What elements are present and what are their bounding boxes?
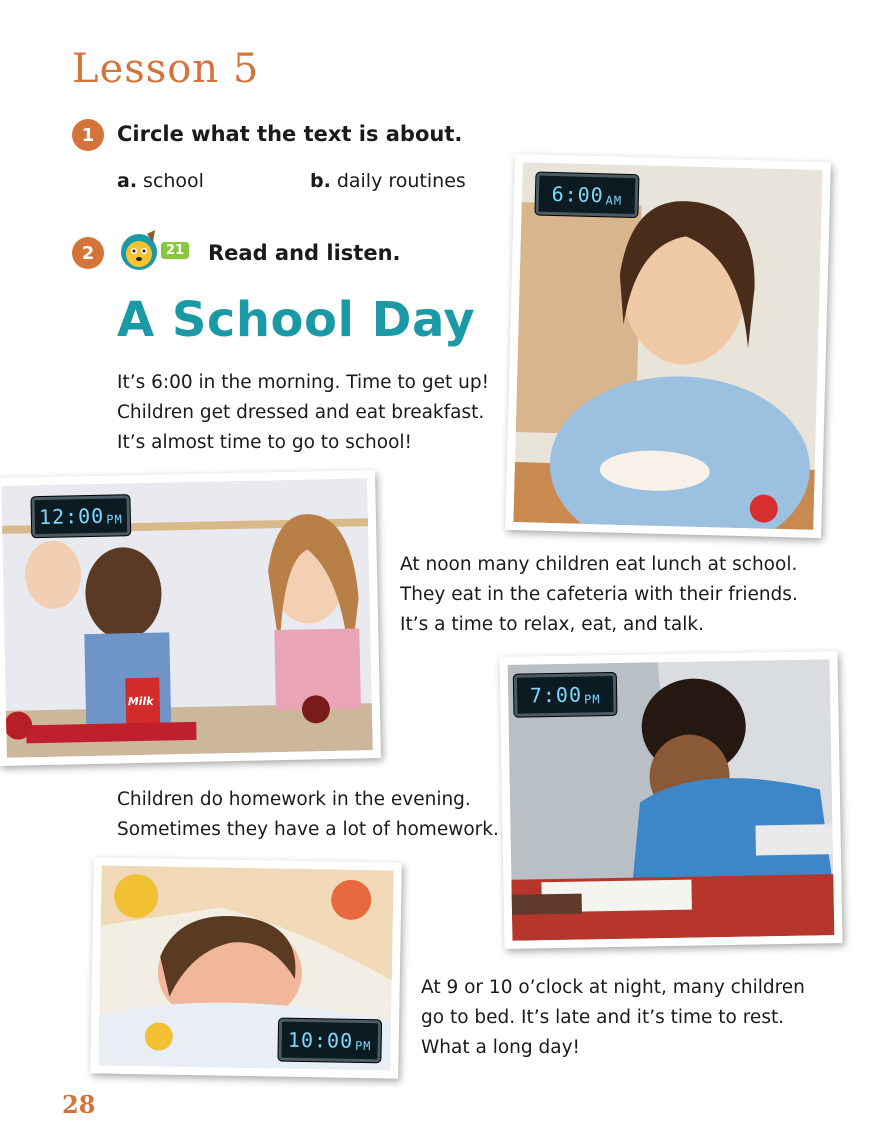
photo-bedtime: 10:00 PM (90, 857, 402, 1079)
activity-2-badge: 2 (72, 237, 104, 269)
story-title: A School Day (117, 292, 476, 348)
paragraph-evening: Children do homework in the evening. Som… (117, 789, 499, 840)
activity-1-badge: 1 (72, 119, 104, 151)
paragraph-noon: At noon many children eat lunch at schoo… (400, 554, 798, 635)
dog-mascot-audio-icon (121, 230, 157, 270)
option-b-letter: b. (310, 170, 331, 192)
clock-10pm-ampm: PM (354, 1038, 372, 1054)
track-number: 21 (161, 241, 190, 259)
clock-12pm-ampm: PM (106, 512, 123, 527)
clock-10pm: 10:00 PM (278, 1018, 382, 1063)
activity-2-instruction: Read and listen. (208, 241, 401, 265)
activity-1-instruction: Circle what the text is about. (117, 122, 463, 146)
photo-breakfast: 6:00 AM (505, 153, 831, 539)
lesson-title: Lesson 5 (72, 46, 260, 92)
clock-12pm: 12:00 PM (31, 495, 131, 538)
breakfast-image (513, 162, 823, 530)
paragraph-morning: It’s 6:00 in the morning. Time to get up… (117, 372, 489, 453)
clock-7pm: 7:00 PM (513, 672, 617, 717)
option-a-letter: a. (117, 170, 138, 192)
page-number: 28 (62, 1090, 96, 1119)
option-a[interactable]: a. school (117, 170, 204, 192)
option-a-text: school (143, 170, 204, 192)
clock-6am: 6:00 AM (535, 172, 639, 218)
clock-6am-time: 6:00 (551, 181, 605, 208)
option-b[interactable]: b. daily routines (310, 170, 466, 192)
milk-carton-label: Milk (127, 694, 154, 709)
clock-10pm-time: 10:00 (287, 1027, 354, 1053)
clock-6am-ampm: AM (605, 193, 623, 208)
clock-12pm-time: 12:00 (38, 503, 105, 530)
clock-7pm-time: 7:00 (529, 682, 583, 708)
photo-homework: 7:00 PM (499, 651, 843, 949)
photo-lunch: 12:00 PM Milk (0, 470, 381, 766)
option-b-text: daily routines (336, 170, 466, 192)
clock-7pm-ampm: PM (583, 692, 601, 707)
paragraph-night: At 9 or 10 o’clock at night, many childr… (421, 977, 805, 1058)
audio-button[interactable]: 21 (117, 228, 190, 272)
